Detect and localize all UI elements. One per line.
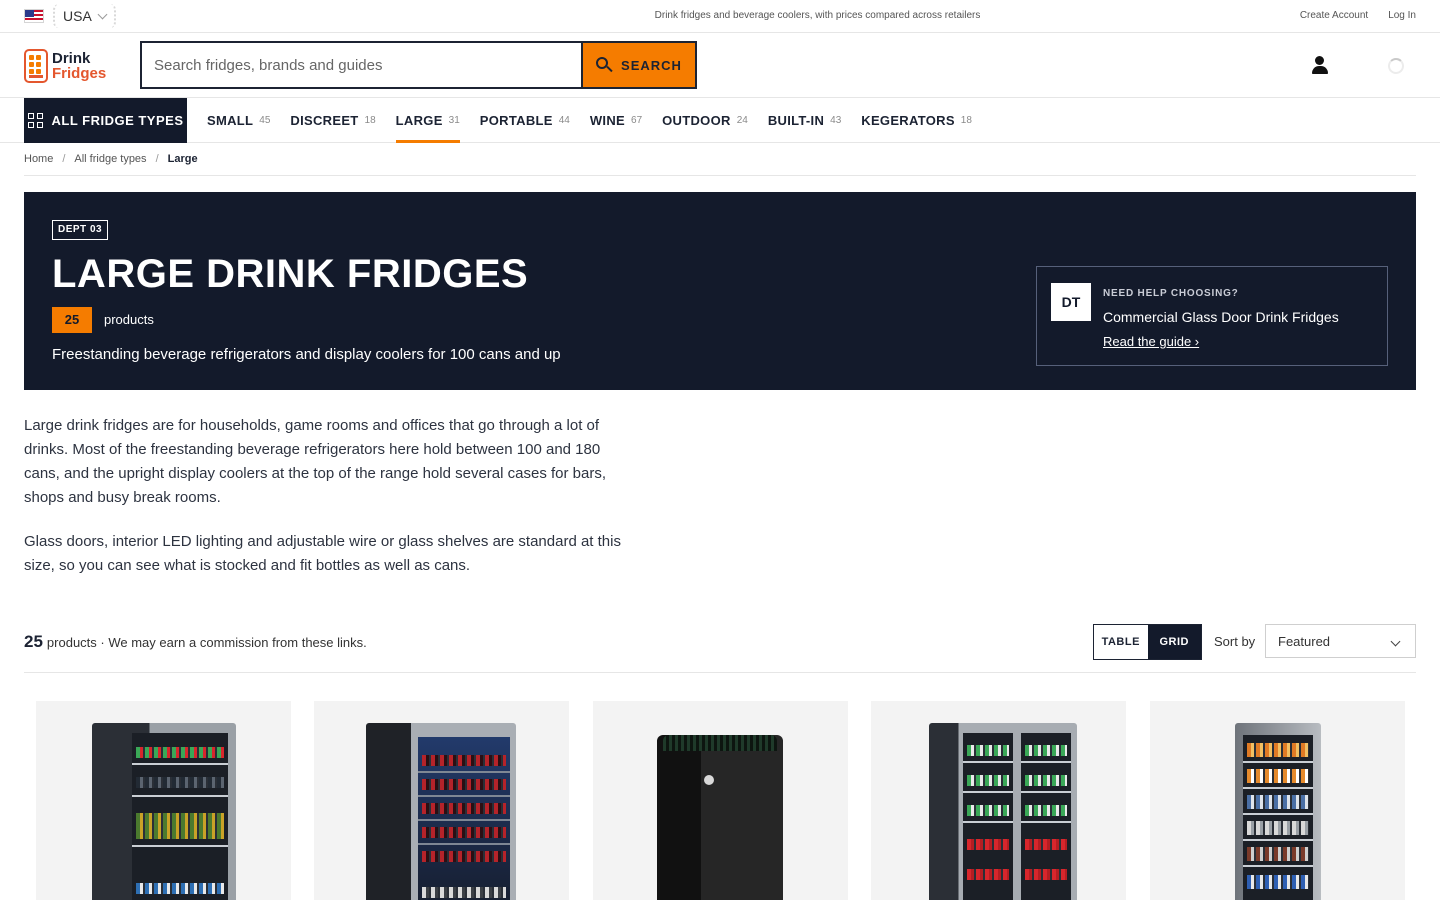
tab-count: 31 xyxy=(448,115,460,126)
sort-select[interactable]: Featured xyxy=(1265,624,1416,658)
tab-wine[interactable]: WINE 67 xyxy=(590,98,642,143)
tab-kegerators[interactable]: KEGERATORS 18 xyxy=(861,98,972,143)
search-button[interactable]: SEARCH xyxy=(581,41,697,89)
chevron-down-icon xyxy=(97,9,108,19)
tab-label: KEGERATORS xyxy=(861,113,955,128)
tab-count: 18 xyxy=(364,115,376,126)
account-links: Create Account Log In xyxy=(1300,10,1416,21)
account-icon[interactable] xyxy=(1309,55,1331,77)
tab-count: 67 xyxy=(631,115,643,126)
tab-label: PORTABLE xyxy=(479,113,553,128)
top-utility-bar: USA Drink fridges and beverage coolers, … xyxy=(0,0,1440,33)
results-toolbar: 25 products · We may earn a commission f… xyxy=(24,624,1416,673)
tab-outdoor[interactable]: OUTDOOR 24 xyxy=(662,98,748,143)
all-fridge-types-button[interactable]: ALL FRIDGE TYPES xyxy=(24,98,187,143)
category-tabs: SMALL 45 DISCREET 18 LARGE 31 PORTABLE 44 WINE 67… xyxy=(207,98,972,143)
dept-badge: DEPT 03 xyxy=(52,220,109,240)
logo-text-drink: Drink xyxy=(52,50,91,67)
tall-display-beverage-fridge-image xyxy=(1235,723,1321,900)
product-card[interactable] xyxy=(1150,701,1405,900)
tab-count: 44 xyxy=(558,115,570,126)
tab-count: 18 xyxy=(960,115,972,126)
tab-count: 43 xyxy=(830,115,842,126)
guide-author-avatar: DT xyxy=(1051,283,1091,321)
black-mini-fridge-image xyxy=(657,735,783,900)
fridge-logo-icon xyxy=(24,49,48,83)
product-card[interactable] xyxy=(593,701,848,900)
site-tagline: Drink fridges and beverage coolers, with… xyxy=(654,10,981,21)
country-label: USA xyxy=(63,8,92,24)
breadcrumb-separator: / xyxy=(155,153,159,165)
product-count-label: products xyxy=(104,312,154,327)
logo-text-fridges: Fridges xyxy=(52,65,107,82)
grid-view-button[interactable]: GRID xyxy=(1147,625,1201,659)
tab-label: DISCREET xyxy=(290,113,359,128)
sort-value: Featured xyxy=(1278,633,1331,649)
tab-discreet[interactable]: DISCREET 18 xyxy=(290,98,375,143)
tab-count: 45 xyxy=(259,115,271,126)
glass-door-beverage-fridge-image xyxy=(92,723,236,900)
intro-paragraph: Glass doors, interior LED lighting and a… xyxy=(24,533,621,574)
category-hero: DEPT 03 LARGE DRINK FRIDGES 25 products … xyxy=(24,192,1416,390)
breadcrumb-all-fridge-types[interactable]: All fridge types xyxy=(74,153,146,175)
product-card[interactable] xyxy=(871,701,1126,900)
breadcrumb: Home / All fridge types / Large xyxy=(24,153,1416,176)
product-card[interactable] xyxy=(36,701,291,900)
tab-label: WINE xyxy=(589,113,626,128)
search-input[interactable] xyxy=(140,41,582,89)
guide-title: Commercial Glass Door Drink Fridges xyxy=(1103,309,1339,325)
intro-paragraph: Large drink fridges are for households, … xyxy=(24,417,607,506)
tab-label: BUILT-IN xyxy=(767,113,825,128)
tab-large[interactable]: LARGE 31 xyxy=(395,98,460,143)
tab-count: 24 xyxy=(736,115,748,126)
french-door-beverage-fridge-image xyxy=(929,723,1077,900)
product-count-badge: 25 xyxy=(52,307,92,333)
wine-cooler-glass-door-image xyxy=(366,723,516,900)
search-button-label: SEARCH xyxy=(621,57,682,73)
results-note: products · We may earn a commission from… xyxy=(46,635,367,650)
category-intro: Large drink fridges are for households, … xyxy=(24,414,624,598)
grid-menu-icon xyxy=(27,113,43,128)
breadcrumb-separator: / xyxy=(62,153,66,165)
category-nav: ALL FRIDGE TYPES SMALL 45 DISCREET 18 LARGE 3… xyxy=(0,98,1440,143)
breadcrumb-current: Large xyxy=(167,153,198,165)
tab-small[interactable]: SMALL 45 xyxy=(207,98,270,143)
site-header: Drink Fridges SEARCH xyxy=(0,33,1440,98)
buying-guide-card[interactable]: DT NEED HELP CHOOSING? Commercial Glass … xyxy=(1036,266,1388,366)
create-account-link[interactable]: Create Account xyxy=(1300,10,1368,21)
results-count: 25 xyxy=(24,632,43,651)
chevron-down-icon xyxy=(1390,636,1401,647)
country-selector[interactable]: USA xyxy=(24,4,116,28)
sort-label: Sort by xyxy=(1214,634,1256,649)
table-view-button[interactable]: TABLE xyxy=(1094,625,1148,659)
read-guide-link[interactable]: Read the guide › xyxy=(1103,334,1199,349)
page-subtitle: Freestanding beverage refrigerators and … xyxy=(52,346,561,363)
tab-portable[interactable]: PORTABLE 44 xyxy=(480,98,570,143)
tab-label: LARGE xyxy=(395,113,443,128)
guide-kicker: NEED HELP CHOOSING? xyxy=(1103,288,1239,299)
breadcrumb-home[interactable]: Home xyxy=(24,153,53,175)
all-fridge-types-label: ALL FRIDGE TYPES xyxy=(51,113,184,128)
search-icon xyxy=(596,56,613,74)
view-toggle: TABLE GRID xyxy=(1093,624,1202,660)
tab-label: SMALL xyxy=(207,113,254,128)
page-title: LARGE DRINK FRIDGES xyxy=(52,252,529,296)
us-flag-icon xyxy=(24,9,44,23)
tab-built-in[interactable]: BUILT-IN 43 xyxy=(768,98,841,143)
site-logo[interactable]: Drink Fridges xyxy=(24,48,114,84)
loading-spinner-icon xyxy=(1388,58,1404,74)
tab-label: OUTDOOR xyxy=(662,113,731,128)
log-in-link[interactable]: Log In xyxy=(1388,10,1416,21)
product-card[interactable] xyxy=(314,701,569,900)
country-dropdown[interactable]: USA xyxy=(53,4,116,28)
